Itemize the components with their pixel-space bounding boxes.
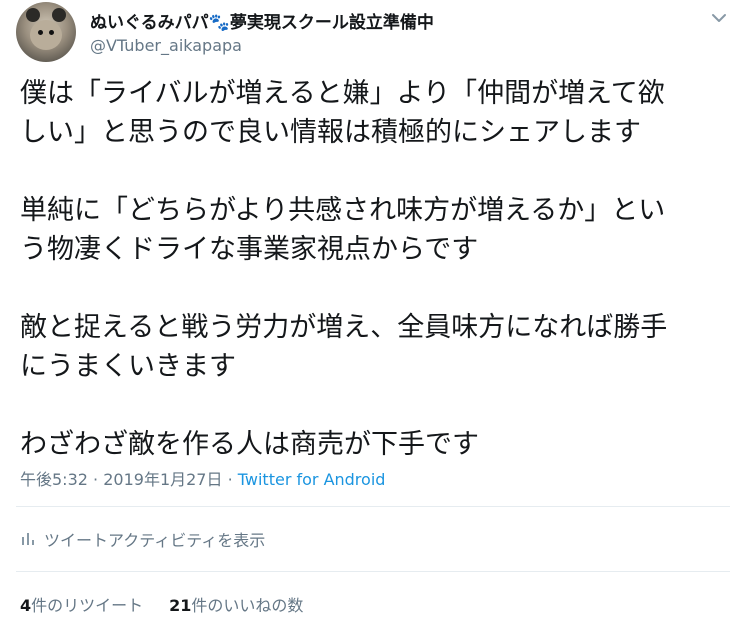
tweet-line: 僕は「ライバルが増えると嫌」より「仲間が増えて欲 bbox=[20, 78, 665, 109]
author-display-name[interactable]: ぬいぐるみパパ🐾夢実現スクール設立準備中 bbox=[90, 8, 434, 33]
tweet-line: わざわざ敵を作る人は商売が下手です bbox=[20, 429, 479, 460]
like-label: 件のいいねの数 bbox=[191, 596, 304, 615]
chevron-down-icon[interactable] bbox=[708, 10, 730, 26]
tweet-date[interactable]: 2019年1月27日 bbox=[103, 470, 222, 489]
divider bbox=[16, 571, 730, 572]
like-stat[interactable]: 21件のいいねの数 bbox=[169, 596, 303, 615]
tweet-line: う物凄くドライな事業家視点からです bbox=[20, 234, 479, 265]
tweet-paragraph: 僕は「ライバルが増えると嫌」より「仲間が増えて欲 しい」と思うので良い情報は積極… bbox=[20, 74, 736, 152]
like-count: 21 bbox=[169, 596, 192, 615]
divider bbox=[16, 506, 730, 507]
meta-separator: · bbox=[227, 470, 233, 489]
view-activity-button[interactable]: ツイートアクティビティを表示 bbox=[20, 527, 265, 551]
activity-label: ツイートアクティビティを表示 bbox=[44, 531, 266, 550]
tweet-text: 僕は「ライバルが増えると嫌」より「仲間が増えて欲 しい」と思うので良い情報は積極… bbox=[20, 74, 736, 464]
tweet-paragraph: 敵と捉えると戦う労力が増え、全員味方になれば勝手 にうまくいきます bbox=[20, 308, 736, 386]
avatar-face bbox=[30, 20, 62, 50]
tweet-line: 単純に「どちらがより共感され味方が増えるか」とい bbox=[20, 195, 666, 226]
retweet-stat[interactable]: 4件のリツイート bbox=[20, 596, 143, 615]
activity-icon bbox=[22, 533, 34, 545]
tweet-paragraph: 単純に「どちらがより共感され味方が増えるか」とい う物凄くドライな事業家視点から… bbox=[20, 191, 736, 269]
retweet-count: 4 bbox=[20, 596, 32, 615]
tweet-metadata: 午後5:32 · 2019年1月27日 · Twitter for Androi… bbox=[20, 466, 385, 490]
meta-separator: · bbox=[93, 470, 99, 489]
tweet-paragraph: わざわざ敵を作る人は商売が下手です bbox=[20, 425, 736, 464]
avatar[interactable] bbox=[16, 2, 76, 62]
tweet-time[interactable]: 午後5:32 bbox=[20, 470, 88, 489]
retweet-label: 件のリツイート bbox=[31, 596, 144, 615]
tweet-source-link[interactable]: Twitter for Android bbox=[238, 470, 386, 489]
author-handle[interactable]: @VTuber_aikapapa bbox=[90, 36, 242, 55]
tweet-stats: 4件のリツイート 21件のいいねの数 bbox=[20, 592, 303, 616]
tweet-line: しい」と思うので良い情報は積極的にシェアします bbox=[20, 117, 641, 148]
tweet-line: にうまくいきます bbox=[20, 351, 236, 382]
tweet-line: 敵と捉えると戦う労力が増え、全員味方になれば勝手 bbox=[20, 312, 668, 343]
